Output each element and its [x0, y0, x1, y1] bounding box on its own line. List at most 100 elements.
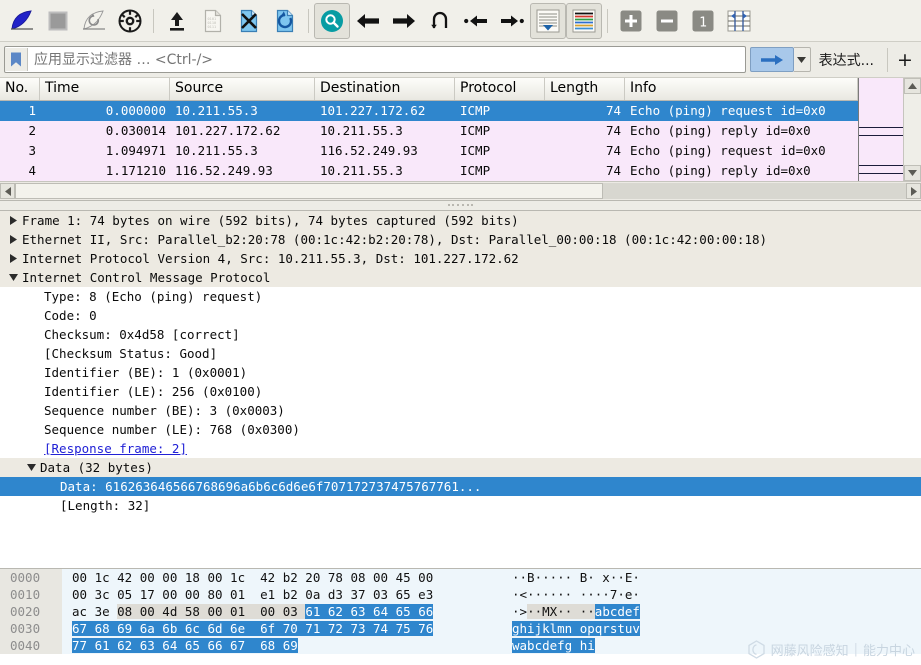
hscroll-left-arrow-icon[interactable] — [0, 183, 15, 199]
hex-dump-row[interactable]: 0010 00 3c 05 17 00 00 80 01 e1 b2 0a d3 … — [0, 586, 921, 603]
hex-dump-row[interactable]: 0020 ac 3e 08 00 4d 58 00 01 00 03 61 62 … — [0, 603, 921, 620]
hex-dump-rows: 0000 00 1c 42 00 00 18 00 1c 42 b2 20 78 … — [0, 569, 921, 665]
column-header-time[interactable]: Time — [40, 78, 170, 100]
triangle-right-icon[interactable] — [6, 254, 20, 263]
detail-tree-row[interactable]: [Length: 32] — [0, 496, 921, 515]
hex-dump-row[interactable]: 0040 77 61 62 63 64 65 66 67 68 69 wabcdef… — [0, 637, 921, 654]
close-file-button[interactable] — [231, 3, 267, 39]
go-first-packet-button[interactable] — [458, 3, 494, 39]
detail-tree-row[interactable]: Frame 1: 74 bytes on wire (592 bits), 74… — [0, 211, 921, 230]
stop-capture-button[interactable] — [40, 3, 76, 39]
triangle-down-icon[interactable] — [6, 274, 20, 281]
detail-tree-label: Sequence number (LE): 768 (0x0300) — [44, 422, 300, 437]
detail-tree-row[interactable]: Data: 616263646566768696a6b6c6d6e6f70717… — [0, 477, 921, 496]
detail-tree-row[interactable]: Type: 8 (Echo (ping) request) — [0, 287, 921, 306]
detail-tree-row[interactable]: Ethernet II, Src: Parallel_b2:20:78 (00:… — [0, 230, 921, 249]
detail-tree-label: Internet Control Message Protocol — [22, 270, 271, 285]
packet-bytes-pane[interactable]: 0000 00 1c 42 00 00 18 00 1c 42 b2 20 78 … — [0, 569, 921, 665]
packet-detail-pane[interactable]: Frame 1: 74 bytes on wire (592 bits), 74… — [0, 210, 921, 569]
zoom-in-button[interactable] — [613, 3, 649, 39]
detail-tree-row[interactable]: Sequence number (BE): 3 (0x0003) — [0, 401, 921, 420]
detail-tree-row[interactable]: Code: 0 — [0, 306, 921, 325]
column-header-destination[interactable]: Destination — [315, 78, 455, 100]
display-filter-field[interactable] — [4, 46, 746, 73]
document-reload-icon — [275, 9, 295, 33]
toolbar-separator-3 — [607, 8, 608, 33]
filter-expression-button[interactable]: 表达式... — [811, 50, 882, 70]
detail-tree-row[interactable]: Identifier (BE): 1 (0x0001) — [0, 363, 921, 382]
packet-row[interactable]: 2 0.030014 101.227.172.62 10.211.55.3 ICMP 74… — [0, 121, 858, 141]
detail-tree-row[interactable]: Identifier (LE): 256 (0x0100) — [0, 382, 921, 401]
display-filter-input[interactable] — [28, 50, 745, 69]
go-to-packet-button[interactable] — [422, 3, 458, 39]
detail-tree-label: [Response frame: 2] — [44, 441, 187, 456]
resize-columns-button[interactable] — [721, 3, 757, 39]
detail-tree-row[interactable]: Internet Control Message Protocol — [0, 268, 921, 287]
packet-cell-len: 74 — [605, 163, 621, 178]
scroll-down-arrow-icon[interactable] — [904, 165, 921, 181]
detail-tree-label: [Length: 32] — [60, 498, 151, 513]
packet-list-body: No. Time Source Destination Protocol Len… — [0, 78, 921, 181]
save-file-button[interactable]: 0101 0110 0111 — [195, 3, 231, 39]
apply-filter-button[interactable] — [749, 47, 794, 72]
packet-row[interactable]: 4 1.171210 116.52.249.93 10.211.55.3 ICMP 74 E… — [0, 161, 858, 181]
start-capture-button[interactable] — [4, 3, 40, 39]
hex-offset: 0030 — [0, 620, 62, 637]
open-file-button[interactable] — [159, 3, 195, 39]
zoom-out-button[interactable] — [649, 3, 685, 39]
pane-splitter-top[interactable] — [0, 201, 921, 210]
go-forward-button[interactable] — [386, 3, 422, 39]
detail-tree-label: Identifier (BE): 1 (0x0001) — [44, 365, 248, 380]
chevron-down-icon — [797, 56, 807, 63]
triangle-right-icon[interactable] — [6, 216, 20, 225]
packet-list-scrollbar[interactable] — [903, 78, 921, 181]
capture-options-button[interactable] — [112, 3, 148, 39]
document-close-x-icon — [239, 9, 259, 33]
filter-history-dropdown[interactable] — [793, 47, 811, 72]
resize-columns-icon — [727, 10, 751, 32]
arrow-right-filter-icon — [760, 54, 784, 66]
restart-capture-button[interactable] — [76, 3, 112, 39]
triangle-right-icon[interactable] — [6, 235, 20, 244]
colorize-button[interactable] — [566, 2, 602, 39]
detail-tree-row[interactable]: [Checksum Status: Good] — [0, 344, 921, 363]
packet-cell-time: 1.171210 — [105, 163, 166, 178]
packet-cell-src: 101.227.172.62 — [175, 123, 281, 138]
hscroll-thumb[interactable] — [15, 183, 604, 199]
packet-minimap[interactable] — [858, 78, 903, 181]
detail-tree-label: Data: 616263646566768696a6b6c6d6e6f70717… — [60, 479, 482, 494]
filter-bookmark-icon[interactable] — [5, 48, 28, 71]
find-packet-button[interactable] — [314, 2, 350, 39]
hscroll-track[interactable] — [15, 183, 906, 199]
column-header-protocol[interactable]: Protocol — [455, 78, 545, 100]
hex-ascii: ··B····· B· x··E· — [502, 569, 921, 586]
detail-tree-row[interactable]: Internet Protocol Version 4, Src: 10.211… — [0, 249, 921, 268]
triangle-down-icon[interactable] — [24, 464, 38, 471]
packet-list-hscrollbar[interactable] — [0, 181, 921, 200]
column-header-length[interactable]: Length — [545, 78, 625, 100]
detail-tree-row[interactable]: Checksum: 0x4d58 [correct] — [0, 325, 921, 344]
zoom-reset-button[interactable]: 1 — [685, 3, 721, 39]
reload-file-button[interactable] — [267, 3, 303, 39]
detail-tree-row[interactable]: Data (32 bytes) — [0, 458, 921, 477]
column-header-info[interactable]: Info — [625, 78, 858, 100]
column-header-source[interactable]: Source — [170, 78, 315, 100]
detail-tree-row[interactable]: [Response frame: 2] — [0, 439, 921, 458]
hex-dump-row[interactable]: 0000 00 1c 42 00 00 18 00 1c 42 b2 20 78 … — [0, 569, 921, 586]
go-back-button[interactable] — [350, 3, 386, 39]
add-filter-button[interactable]: + — [893, 49, 917, 71]
packet-row[interactable]: 3 1.094971 10.211.55.3 116.52.249.93 ICMP 74 E… — [0, 141, 858, 161]
scroll-up-arrow-icon[interactable] — [904, 78, 921, 94]
detail-tree-row[interactable]: Sequence number (LE): 768 (0x0300) — [0, 420, 921, 439]
hex-ascii: ghijklmn opqrstuv — [502, 620, 921, 637]
hscroll-right-arrow-icon[interactable] — [906, 183, 921, 199]
column-header-no[interactable]: No. — [0, 78, 40, 100]
packet-cell-time: 1.094971 — [105, 143, 166, 158]
packet-row[interactable]: 1 0.000000 10.211.55.3 101.227.172.62 ICMP 74… — [0, 101, 858, 121]
go-last-packet-button[interactable] — [494, 3, 530, 39]
detail-tree-label: Frame 1: 74 bytes on wire (592 bits), 74… — [22, 213, 519, 228]
hex-dump-row[interactable]: 0030 67 68 69 6a 6b 6c 6d 6e 6f 70 71 72 … — [0, 620, 921, 637]
packet-cell-len: 74 — [605, 103, 621, 118]
auto-scroll-button[interactable] — [530, 2, 566, 39]
detail-tree-label: Internet Protocol Version 4, Src: 10.211… — [22, 251, 519, 266]
